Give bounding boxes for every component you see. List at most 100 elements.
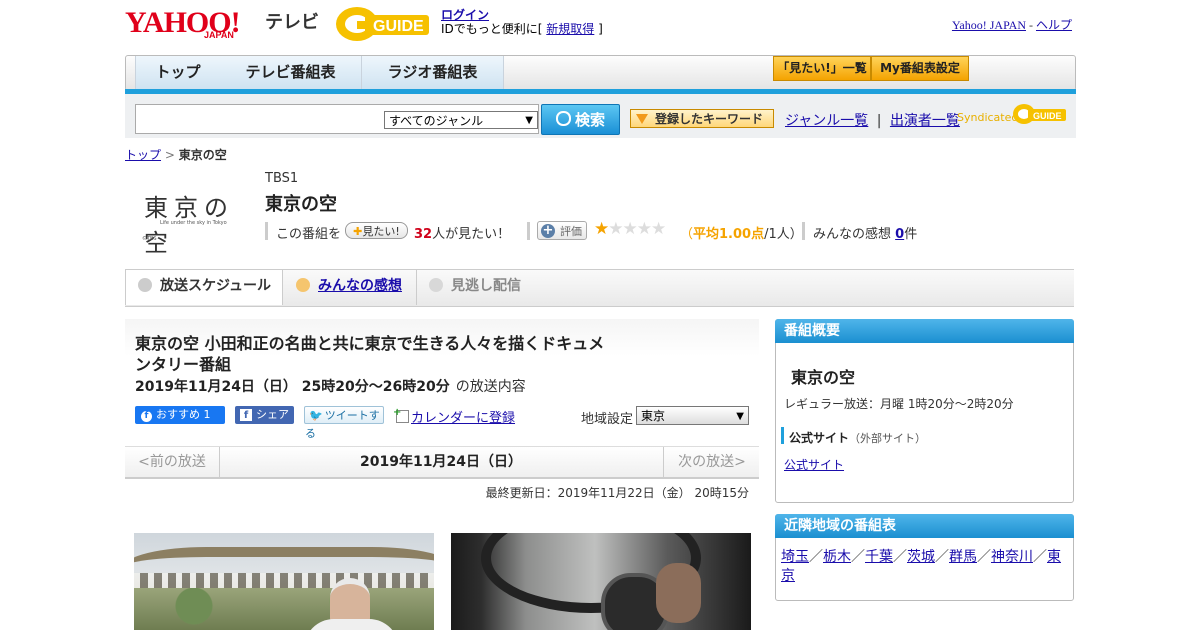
average-value: 平均1.00点 (693, 227, 765, 242)
nav-tab-tv-schedule[interactable]: テレビ番組表 (220, 56, 362, 89)
pager-current-date: 2019年11月24日（日） (360, 454, 522, 470)
pilot-head (656, 563, 701, 623)
tab-catchup-stream-label: 見逃し配信 (451, 278, 521, 294)
neighbor-link-chiba[interactable]: 千葉 (865, 549, 893, 565)
mitai-count-text: 32人が見たい！ (414, 223, 510, 242)
tv-service-label[interactable]: テレビ (265, 8, 319, 34)
region-select[interactable]: 東京 ▼ (636, 406, 749, 425)
tab-broadcast-schedule[interactable]: 放送スケジュール (125, 270, 283, 305)
link-separator: - (1028, 18, 1033, 32)
episode-photo (134, 533, 434, 630)
mitai-list-button[interactable]: 「見たい!」一覧 (773, 56, 871, 81)
breadcrumb-separator: > (164, 148, 175, 162)
rate-button[interactable]: + 評価 (537, 221, 587, 240)
gguide-logo[interactable]: GUIDE (335, 5, 433, 43)
neighbor-link-tochigi[interactable]: 栃木 (823, 549, 851, 565)
star-filled-icon: ★ (594, 219, 609, 239)
breadcrumb: トップ > 東京の空 (125, 146, 227, 163)
nav-tab-radio-schedule[interactable]: ラジオ番組表 (362, 56, 504, 89)
trees (134, 588, 434, 630)
average-rating: （平均1.00点/1人） (680, 223, 803, 242)
neighbor-separator: ／ (1033, 549, 1047, 565)
nav-tab-top[interactable]: トップ (135, 56, 221, 89)
episode-airtime: 2019年11月24日（日） 25時20分～26時20分 の放送内容 (135, 376, 526, 396)
episode-date: 2019年11月24日（日） 25時20分～26時20分 (135, 379, 450, 395)
official-site-link[interactable]: 公式サイト (784, 456, 844, 473)
mitai-button-label: 見たい! (362, 225, 400, 238)
neighbor-link-ibaraki[interactable]: 茨城 (907, 549, 935, 565)
channel-name: TBS1 (265, 171, 299, 186)
official-site-marker (781, 427, 784, 444)
calendar-icon: + (393, 407, 409, 423)
regular-broadcast: レギュラー放送：月曜 1時20分～2時20分 (784, 397, 1014, 411)
facebook-share-button[interactable]: f シェア (235, 406, 294, 424)
facebook-share-label: シェア (256, 408, 289, 421)
mitai-prefix: この番組を (276, 227, 342, 242)
overview-heading: 番組概要 (775, 319, 1074, 343)
chevron-right-icon (296, 278, 310, 292)
yahoo-japan-link[interactable]: Yahoo! JAPAN (952, 18, 1026, 32)
login-promo-prefix: IDでもっと便利に[ (441, 22, 543, 36)
help-link[interactable]: ヘルプ (1036, 18, 1072, 32)
tweet-button[interactable]: 🐦 ツイートする (304, 406, 384, 440)
neighbors-heading: 近隣地域の番組表 (775, 514, 1074, 538)
performer-list-link[interactable]: 出演者一覧 (890, 113, 960, 129)
official-site-label: 公式サイト (789, 431, 850, 445)
stat-divider (265, 222, 268, 240)
calendar-register-link: カレンダーに登録 (411, 411, 516, 426)
genre-select[interactable]: すべてのジャンル ▼ (384, 111, 538, 129)
search-icon (555, 111, 571, 126)
stat-divider (802, 222, 805, 240)
svg-text:GUIDE: GUIDE (373, 18, 424, 35)
chevron-down-icon (138, 278, 152, 292)
plus-icon: + (541, 223, 555, 238)
episode-title: 東京の空 小田和正の名曲と共に東京で生きる人々を描くドキュメンタリー番組 (135, 334, 605, 374)
neighbor-link-kanagawa[interactable]: 神奈川 (991, 549, 1033, 565)
gguide-small-logo: GUIDE (1013, 104, 1066, 124)
top-right-links: Yahoo! JAPAN - ヘルプ (952, 16, 1072, 33)
star-empty-icon: ★ (622, 219, 638, 239)
dropdown-arrow-icon: ▼ (525, 115, 533, 126)
neighbor-region-list: 埼玉／栃木／千葉／茨城／群馬／神奈川／東京 (781, 548, 1067, 586)
syndicated-label: Syndicated (957, 111, 1019, 124)
yahoo-japan-logo-text: JAPAN (204, 30, 234, 40)
program-logo-copyright: ©TBS (142, 236, 157, 242)
my-schedule-settings-button[interactable]: My番組表設定 (871, 56, 969, 81)
plus-icon: ✚ (353, 225, 363, 238)
search-links: ジャンル一覧 | 出演者一覧 (785, 110, 960, 130)
program-logo-subtitle: Life under the sky in Tokyo (160, 220, 227, 226)
episode-date-suffix: の放送内容 (455, 379, 526, 395)
calendar-register[interactable]: + カレンダーに登録 (393, 407, 516, 426)
impressions: みんなの感想 0件 (813, 223, 917, 242)
prev-broadcast-link[interactable]: <前の放送 (125, 447, 220, 477)
tab-catchup-stream[interactable]: 見逃し配信 (417, 270, 547, 305)
genre-select-value: すべてのジャンル (389, 114, 484, 128)
impressions-suffix: 件 (904, 227, 918, 242)
impressions-count-link[interactable]: 0 (895, 227, 904, 242)
breadcrumb-top-link[interactable]: トップ (125, 148, 161, 162)
facebook-recommend-label: おすすめ 1 (156, 408, 211, 421)
link-divider: | (876, 113, 882, 129)
search-button[interactable]: 検索 (541, 104, 620, 135)
facebook-icon: f (240, 409, 252, 421)
neighbor-separator: ／ (893, 549, 907, 565)
genre-list-link[interactable]: ジャンル一覧 (785, 113, 868, 129)
tab-impressions-label: みんなの感想 (318, 278, 402, 294)
dropdown-arrow-icon: ▼ (736, 411, 744, 422)
impressions-label: みんなの感想 (813, 227, 892, 242)
signup-link[interactable]: 新規取得 (546, 22, 594, 36)
breadcrumb-current: 東京の空 (178, 148, 227, 162)
average-open: （ (680, 227, 694, 242)
login-promo-suffix: ] (598, 22, 603, 36)
neighbor-link-gunma[interactable]: 群馬 (949, 549, 977, 565)
neighbor-separator: ／ (977, 549, 991, 565)
facebook-recommend-button[interactable]: f おすすめ 1 (135, 406, 225, 424)
neighbor-separator: ／ (809, 549, 823, 565)
neighbor-link-saitama[interactable]: 埼玉 (781, 549, 809, 565)
tab-impressions[interactable]: みんなの感想 (282, 270, 417, 305)
region-select-value: 東京 (641, 409, 666, 423)
last-updated: 最終更新日：2019年11月22日（金） 20時15分 (485, 486, 749, 500)
next-broadcast-link[interactable]: 次の放送> (663, 447, 760, 477)
registered-keywords-button[interactable]: 登録したキーワード (630, 109, 774, 128)
mitai-button[interactable]: ✚見たい! (345, 222, 408, 239)
